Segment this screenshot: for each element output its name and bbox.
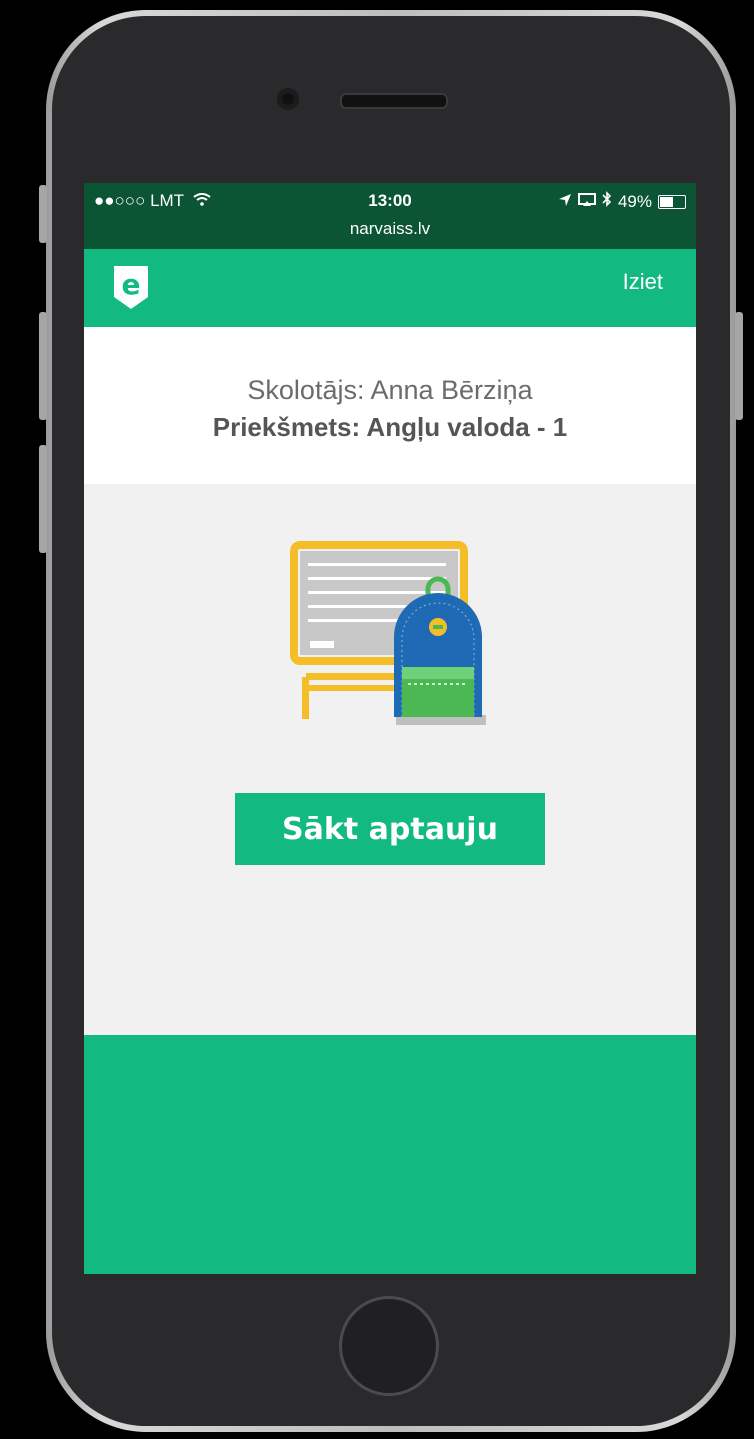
classroom-illustration: [286, 537, 486, 732]
battery-percent: 49%: [617, 191, 652, 211]
page-url[interactable]: narvaiss.lv: [84, 219, 696, 239]
screen: ●●○○○ LMT 13:00 49% narvaiss.lv e Iziet …: [84, 183, 696, 1274]
location-icon: [558, 192, 572, 212]
app-header: e Iziet: [84, 249, 696, 327]
battery-fill: [660, 196, 673, 207]
status-icons: 49%: [558, 191, 686, 212]
earpiece-speaker: [340, 93, 448, 109]
logout-link[interactable]: Iziet: [623, 269, 663, 295]
footer-band: [84, 1035, 696, 1274]
home-button[interactable]: [339, 1296, 439, 1396]
volume-down-button: [39, 445, 47, 553]
front-camera: [277, 88, 299, 110]
mute-switch: [39, 185, 47, 243]
logo-letter: e: [122, 268, 141, 301]
power-button: [735, 312, 743, 420]
status-bar: ●●○○○ LMT 13:00 49% narvaiss.lv: [84, 183, 696, 249]
eklase-logo[interactable]: e: [110, 263, 152, 316]
battery-icon: [658, 194, 686, 209]
subject-name: Priekšmets: Angļu valoda - 1: [212, 412, 568, 442]
volume-up-button: [39, 312, 47, 420]
start-survey-button[interactable]: Sākt aptauju: [235, 793, 545, 865]
screen-mirror-icon: [577, 192, 596, 212]
bluetooth-icon: [602, 191, 612, 212]
class-info-panel: Skolotājs: Anna Bērziņa Priekšmets: Angļ…: [84, 327, 696, 484]
teacher-name: Skolotājs: Anna Bērziņa: [247, 375, 533, 405]
